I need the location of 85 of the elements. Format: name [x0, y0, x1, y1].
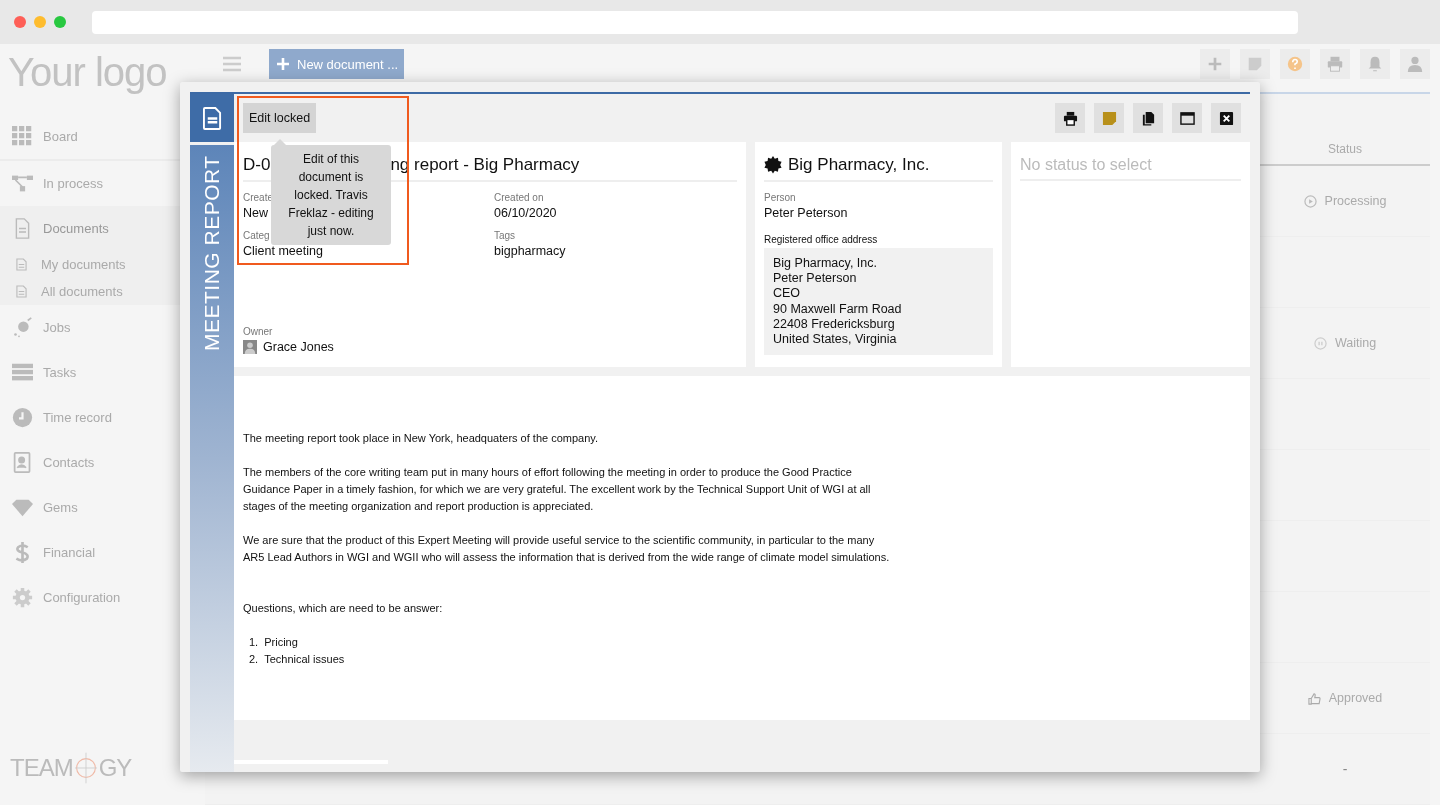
gem-icon [12, 497, 33, 518]
flow-icon [12, 173, 33, 194]
user-icon [1406, 55, 1424, 73]
print-button[interactable] [1055, 103, 1085, 133]
document-icon [16, 258, 27, 271]
column-header[interactable]: Status [1260, 142, 1430, 164]
sidebar-item[interactable]: Tasks [0, 350, 205, 395]
bell-button[interactable] [1360, 49, 1390, 79]
paragraph: The meeting report took place in New York, headquaters of the company. [243, 431, 600, 446]
field-label: Created on [494, 192, 544, 203]
brand-logo-text: GY [98, 754, 132, 782]
paragraph: We are sure that the product of this Expert Meeting will provide useful service to the scientific community, in particular to the many AR5 Lead Authors in WGI and WGII who will assess the information that is derived from the wide range of climate model simulations. [243, 533, 891, 565]
avatar-icon [243, 340, 257, 354]
status-text: Waiting [1334, 336, 1377, 350]
jobs-icon [12, 317, 33, 338]
brand-logo-text: TEAM [10, 754, 73, 782]
help-icon [1286, 55, 1304, 73]
new-document-button[interactable]: New document ... [269, 49, 405, 79]
close-button[interactable] [1211, 103, 1241, 133]
gear-icon [12, 587, 33, 608]
owner-name: Grace Jones [263, 340, 334, 354]
sidebar-item[interactable]: Configuration [0, 575, 205, 620]
tooltip: Edit of this document is locked. Travis Freklaz - editing just now. [271, 145, 391, 245]
close-icon [1218, 110, 1234, 126]
minimize-window-dot[interactable] [34, 16, 46, 28]
document-title: D-0 [243, 155, 271, 175]
address-box: Big Pharmacy, Inc. Peter Peterson CEO 90 Maxwell Farm Road 22408 Fredericksburg United States, Virginia [764, 248, 993, 356]
field-value: Peter Peterson [764, 206, 849, 220]
window-button[interactable] [1172, 103, 1202, 133]
list-number: 1. [249, 635, 259, 650]
sidebar-item[interactable]: Board [0, 114, 205, 159]
note-icon [1101, 110, 1117, 126]
seal-icon [764, 156, 782, 174]
field-label: Owner [243, 326, 274, 337]
field-value: New [243, 206, 268, 220]
document-icon [16, 285, 27, 298]
note-icon [1246, 55, 1264, 73]
sidebar-item[interactable]: Contacts [0, 440, 205, 485]
print-icon [1326, 55, 1344, 73]
list-item: Technical issues [264, 652, 345, 667]
user-button[interactable] [1400, 49, 1430, 79]
print-icon [1062, 110, 1078, 126]
note-button[interactable] [1094, 103, 1124, 133]
close-window-dot[interactable] [14, 16, 26, 28]
status-text: - [1342, 761, 1348, 777]
play-icon [1303, 194, 1317, 208]
plus-icon [1206, 55, 1224, 73]
bell-icon [1366, 55, 1384, 73]
field-label: Categ [243, 230, 270, 241]
crosshair-icon [72, 751, 99, 785]
help-button[interactable] [1280, 49, 1310, 79]
copy-button[interactable] [1133, 103, 1163, 133]
status-text: Approved [1328, 691, 1383, 705]
sidebar-item[interactable]: Gems [0, 485, 205, 530]
tooltip-pointer [274, 139, 286, 145]
field-label: Person [764, 192, 797, 203]
field-label: Registered office address [764, 234, 879, 245]
list-number: 2. [249, 652, 259, 667]
contacts-icon [12, 452, 33, 473]
plus-icon [277, 58, 289, 70]
edit-locked-button[interactable]: Edit locked [243, 103, 317, 133]
grid-icon [12, 126, 33, 147]
paragraph: The members of the core writing team put in many hours of effort following the meeting in order to produce the Good Practice Guidance Paper in a timely fashion, for which we are very grateful. The excellent work by the Technical Support Unit of WGI at all stages of the meeting organization and report production is appreciated. [243, 465, 872, 514]
note-button[interactable] [1240, 49, 1270, 79]
maximize-window-dot[interactable] [54, 16, 66, 28]
copy-icon [1140, 110, 1156, 126]
clock-icon [12, 407, 33, 428]
sidebar-item[interactable]: Time record [0, 395, 205, 440]
plus-button[interactable] [1200, 49, 1230, 79]
pause-icon [1313, 336, 1327, 350]
window-icon [1179, 110, 1195, 126]
company-name: Big Pharmacy, Inc. [788, 155, 930, 175]
field-label: Tags [494, 230, 516, 241]
document-icon [202, 106, 222, 130]
paragraph: Questions, which are need to be answer: [243, 601, 444, 616]
menu-icon[interactable] [223, 56, 241, 72]
status-text: Processing [1324, 194, 1387, 208]
field-value: Client meeting [243, 244, 323, 258]
list-item: Pricing [264, 635, 298, 650]
status-select[interactable]: No status to select [1020, 156, 1241, 181]
thumbs-up-icon [1307, 691, 1321, 705]
sidebar-item[interactable]: Financial [0, 530, 205, 575]
field-value: bigpharmacy [494, 244, 566, 258]
tasks-icon [12, 362, 33, 383]
field-value: 06/10/2020 [494, 206, 557, 220]
